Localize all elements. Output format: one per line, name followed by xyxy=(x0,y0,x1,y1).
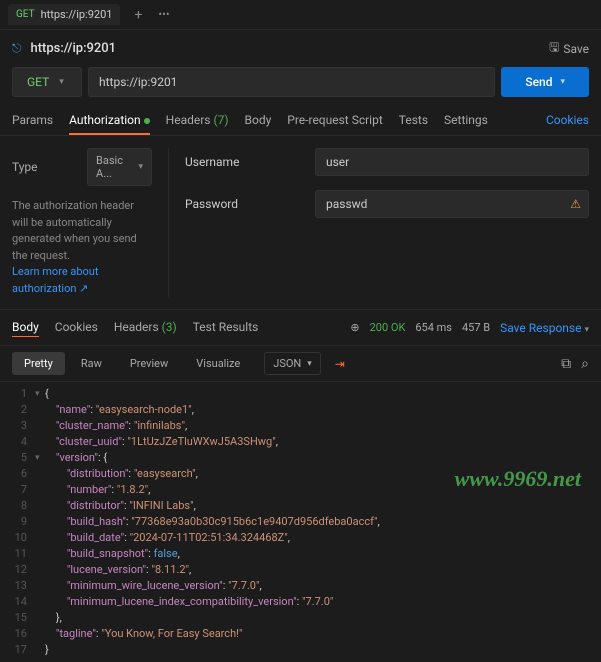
plus-icon[interactable]: + xyxy=(126,3,150,27)
chevron-down-icon: ▾ xyxy=(584,325,589,335)
password-field[interactable] xyxy=(315,190,589,218)
url-input[interactable] xyxy=(88,67,495,97)
format-select[interactable]: JSON ▾ xyxy=(264,352,321,375)
request-title: https://ip:9201 xyxy=(30,41,116,56)
chevron-down-icon: ▾ xyxy=(59,77,64,87)
view-pretty[interactable]: Pretty xyxy=(12,352,65,375)
username-field[interactable] xyxy=(315,148,589,176)
request-header: ⎋ https://ip:9201 🖫 Save xyxy=(0,30,601,67)
warning-icon[interactable]: ⚠ xyxy=(570,197,581,211)
tab-headers[interactable]: Headers (7) xyxy=(166,107,229,135)
resp-tab-headers[interactable]: Headers (3) xyxy=(114,318,177,337)
auth-type-select[interactable]: Basic A... ▾ xyxy=(87,148,152,186)
chevron-down-icon: ▾ xyxy=(138,162,143,172)
response-body: 1234567891011121314151617 ▾▾ { "name": "… xyxy=(0,382,601,662)
line-gutter: 1234567891011121314151617 xyxy=(0,386,35,658)
tab-tests[interactable]: Tests xyxy=(399,107,428,135)
response-time: 654 ms xyxy=(415,321,452,334)
response-bar: Body Cookies Headers (3) Test Results ⊕ … xyxy=(0,310,601,346)
fold-gutter: ▾▾ xyxy=(35,386,45,658)
tab-method: GET xyxy=(16,9,35,20)
wrap-lines-icon[interactable]: ⇥ xyxy=(331,353,349,375)
response-size: 457 B xyxy=(462,321,490,334)
method-select[interactable]: GET ▾ xyxy=(12,67,82,97)
view-preview[interactable]: Preview xyxy=(118,352,180,375)
type-label: Type xyxy=(12,160,87,174)
resp-tab-body[interactable]: Body xyxy=(12,318,39,337)
auth-section: Type Basic A... ▾ The authorization head… xyxy=(0,136,601,310)
globe-icon[interactable]: ⊕ xyxy=(350,321,359,334)
tab-authorization[interactable]: Authorization xyxy=(69,107,150,135)
tab-title: https://ip:9201 xyxy=(41,8,113,21)
send-button[interactable]: Send ▾ xyxy=(501,67,589,97)
password-label: Password xyxy=(185,197,315,211)
search-icon[interactable]: ⌕ xyxy=(581,356,589,372)
tab-params[interactable]: Params xyxy=(12,107,53,135)
tab-settings[interactable]: Settings xyxy=(444,107,488,135)
request-tabs: Params Authorization Headers (7) Body Pr… xyxy=(0,107,601,136)
status-code: 200 OK xyxy=(370,321,406,334)
http-icon: ⎋ xyxy=(12,41,22,55)
url-bar: GET ▾ Send ▾ xyxy=(0,67,601,107)
auth-help-text: The authorization header will be automat… xyxy=(12,198,152,297)
save-response-button[interactable]: Save Response▾ xyxy=(500,321,589,335)
view-raw[interactable]: Raw xyxy=(69,352,114,375)
resp-tab-cookies[interactable]: Cookies xyxy=(55,318,98,337)
top-bar: GET https://ip:9201 + ••• xyxy=(0,0,601,30)
indicator-dot xyxy=(144,118,150,124)
resp-tab-test-results[interactable]: Test Results xyxy=(193,318,259,337)
save-button[interactable]: 🖫 Save xyxy=(549,38,589,59)
json-content[interactable]: { "name": "easysearch-node1", "cluster_n… xyxy=(45,386,601,658)
view-visualize[interactable]: Visualize xyxy=(184,352,252,375)
divider xyxy=(168,148,169,297)
username-label: Username xyxy=(185,155,315,169)
tab-prerequest[interactable]: Pre-request Script xyxy=(287,107,382,135)
copy-icon[interactable]: ⧉ xyxy=(561,356,571,372)
save-icon: 🖫 xyxy=(549,38,559,59)
chevron-down-icon: ▾ xyxy=(560,77,565,87)
body-toolbar: Pretty Raw Preview Visualize JSON ▾ ⇥ ⧉ … xyxy=(0,346,601,382)
request-tab[interactable]: GET https://ip:9201 xyxy=(8,4,120,25)
more-icon[interactable]: ••• xyxy=(150,4,177,25)
cookies-link[interactable]: Cookies xyxy=(546,107,589,135)
chevron-down-icon: ▾ xyxy=(307,359,312,369)
tab-body[interactable]: Body xyxy=(245,107,272,135)
auth-help-link[interactable]: Learn more about authorization ↗ xyxy=(12,265,98,295)
